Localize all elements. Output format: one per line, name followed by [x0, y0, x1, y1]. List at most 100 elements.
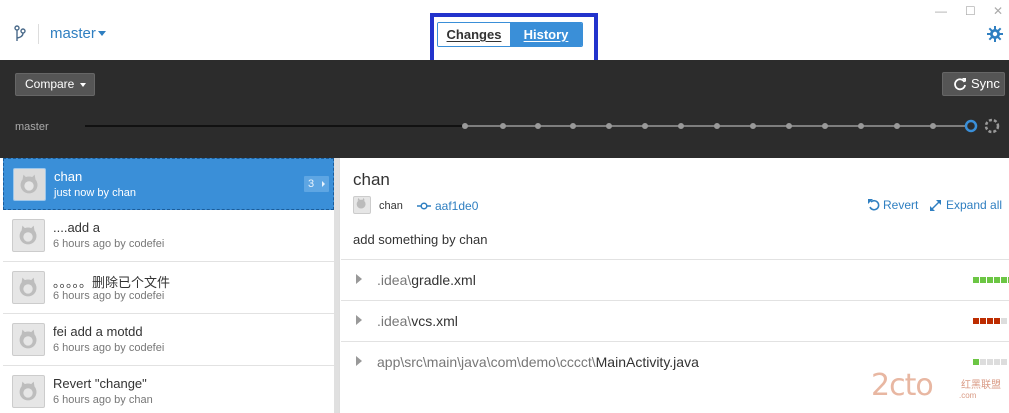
avatar	[353, 196, 371, 214]
commit-list-item[interactable]: 。。。。。删除已个文件 6 hours ago by codefei	[3, 262, 334, 314]
commit-list-item[interactable]: chan just now by chan 3	[3, 158, 334, 210]
close-button[interactable]: ✕	[993, 4, 1003, 18]
timeline-commit-dot[interactable]	[462, 123, 468, 129]
changed-file-row[interactable]: .idea\gradle.xml	[341, 259, 1009, 300]
diffstat-block	[1001, 318, 1007, 324]
commit-title: chan	[353, 170, 390, 189]
timeline-commit-dot[interactable]	[500, 123, 506, 129]
branch-icon	[14, 25, 26, 41]
commit-list-item[interactable]: fei add a motdd 6 hours ago by codefei	[3, 314, 334, 366]
compare-button[interactable]: Compare	[15, 73, 95, 96]
avatar	[12, 323, 45, 356]
timeline-commit-dot[interactable]	[570, 123, 576, 129]
timeline-commit-dot[interactable]	[786, 123, 792, 129]
expand-all-button[interactable]: Expand all	[929, 198, 1002, 212]
timeline-commit-dot[interactable]	[714, 123, 720, 129]
commit-list: chan just now by chan 3 ....add a 6 hours ag…	[0, 158, 340, 413]
diffstat-block	[973, 359, 979, 365]
diffstat-block	[980, 359, 986, 365]
commit-item-meta: just now by chan	[54, 187, 136, 199]
timeline-commit-dot[interactable]	[535, 123, 541, 129]
diffstat-block	[987, 318, 993, 324]
watermark: 2cto 红黑联盟 .com	[871, 368, 1009, 412]
chevron-down-icon	[80, 83, 86, 87]
sync-button[interactable]: Sync	[942, 72, 1005, 96]
file-directory: .idea\	[377, 272, 412, 288]
diffstat-block	[994, 359, 1000, 365]
commit-item-title: chan	[54, 169, 83, 184]
commit-item-meta: 6 hours ago by codefei	[53, 342, 165, 354]
diffstat-block	[1001, 359, 1007, 365]
timeline-commit-dot[interactable]	[822, 123, 828, 129]
tab-changes[interactable]: Changes	[438, 23, 510, 46]
revert-button[interactable]: Revert	[868, 198, 918, 212]
file-directory: .idea\	[377, 313, 412, 329]
maximize-button[interactable]: ☐	[965, 4, 976, 18]
watermark-sub: .com	[959, 391, 977, 400]
commit-sha[interactable]: aaf1de0	[435, 199, 478, 213]
changed-file-row[interactable]: .idea\vcs.xml	[341, 300, 1009, 341]
diffstat-block	[987, 359, 993, 365]
file-name: gradle.xml	[411, 272, 476, 288]
timeline-commit-dot[interactable]	[894, 123, 900, 129]
avatar	[13, 168, 46, 201]
octocat-icon	[19, 225, 37, 245]
timeline-branch-label: master	[15, 121, 49, 133]
diffstat-block	[987, 277, 993, 283]
title-bar: master Changes History — ☐ ✕	[0, 0, 1009, 65]
timeline-commit-dot[interactable]	[642, 123, 648, 129]
change-count-badge[interactable]: 3	[304, 176, 329, 192]
commit-list-item[interactable]: ....add a 6 hours ago by codefei	[3, 210, 334, 262]
tab-history[interactable]: History	[510, 23, 582, 46]
commit-timeline[interactable]	[85, 118, 1005, 134]
branch-selector[interactable]: master	[50, 25, 96, 42]
diffstat-block	[973, 318, 979, 324]
avatar	[12, 219, 45, 252]
commit-item-meta: 6 hours ago by chan	[53, 394, 153, 406]
timeline-commit-dot[interactable]	[750, 123, 756, 129]
octocat-icon	[19, 329, 37, 349]
divider	[38, 24, 39, 44]
commit-list-item[interactable]: Revert "change" 6 hours ago by chan	[3, 366, 334, 413]
octocat-icon	[356, 197, 366, 209]
chevron-right-icon[interactable]	[356, 274, 362, 284]
sync-icon	[954, 78, 966, 91]
file-name: vcs.xml	[411, 313, 458, 329]
chevron-right-icon[interactable]	[356, 356, 362, 366]
timeline-current-commit[interactable]	[964, 119, 978, 133]
diffstat-block	[994, 277, 1000, 283]
chevron-down-icon[interactable]	[98, 31, 106, 36]
avatar	[12, 375, 45, 408]
watermark-logo: 2cto	[871, 368, 934, 403]
scrollbar[interactable]	[334, 158, 339, 413]
commit-item-title: 。。。。。删除已个文件	[53, 275, 171, 290]
commit-item-meta: 6 hours ago by codefei	[53, 238, 165, 250]
chevron-right-icon[interactable]	[356, 315, 362, 325]
minimize-button[interactable]: —	[935, 4, 947, 18]
octocat-icon	[19, 277, 37, 297]
commit-item-meta: 6 hours ago by codefei	[53, 290, 165, 302]
diffstat-bar	[973, 359, 1007, 365]
avatar	[12, 271, 45, 304]
commit-icon	[417, 202, 431, 210]
timeline-commit-dot[interactable]	[858, 123, 864, 129]
revert-label: Revert	[883, 198, 919, 212]
diffstat-block	[973, 277, 979, 283]
chevron-right-icon	[322, 181, 325, 187]
commit-message: add something by chan	[353, 232, 488, 247]
diffstat-block	[1001, 277, 1007, 283]
octocat-icon	[20, 174, 38, 194]
octocat-icon	[19, 381, 37, 401]
timeline-commit-dot[interactable]	[678, 123, 684, 129]
gear-icon[interactable]	[987, 26, 1003, 42]
change-count: 3	[308, 178, 315, 190]
diffstat-block	[994, 318, 1000, 324]
timeline-commit-dot[interactable]	[606, 123, 612, 129]
diffstat-bar	[973, 277, 1009, 283]
timeline-commit-dot[interactable]	[930, 123, 936, 129]
timeline-uncommitted-marker[interactable]	[984, 118, 1000, 134]
file-directory: app\src\main\java\com\demo\cccct\	[377, 354, 596, 370]
compare-label: Compare	[25, 77, 75, 91]
expand-icon	[930, 200, 941, 211]
watermark-tag: 红黑联盟	[961, 380, 1001, 391]
